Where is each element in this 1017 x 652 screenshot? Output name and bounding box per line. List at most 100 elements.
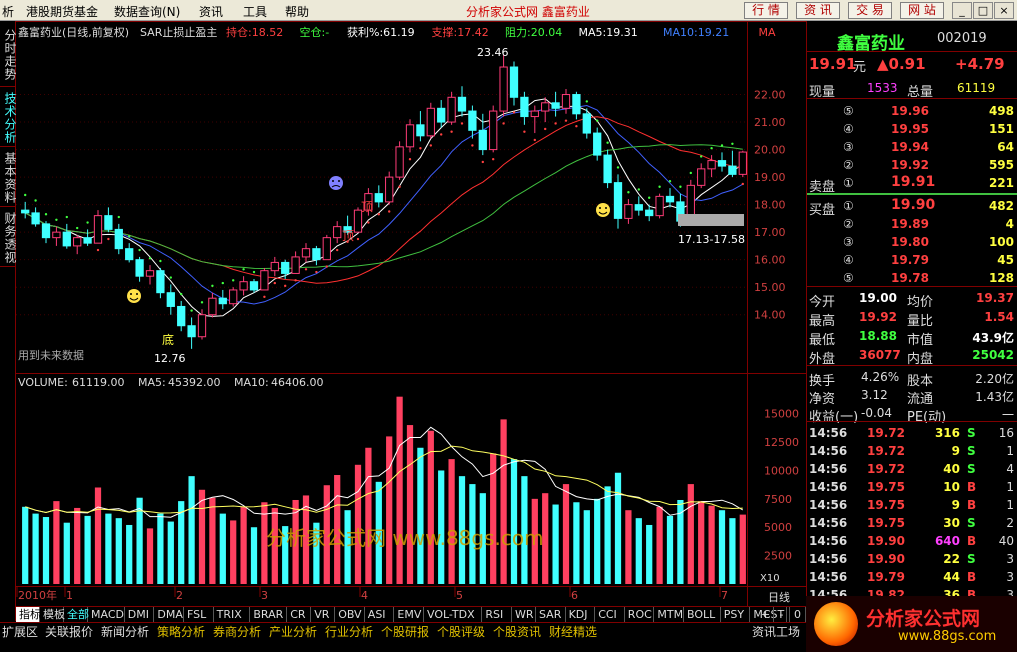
candle-body	[541, 102, 550, 112]
kline-chart[interactable]: 22.00 21.00 20.00 19.00 18.00 17.00 16.00 15.00…	[16, 21, 806, 606]
tick-time: 14:56	[809, 534, 848, 548]
indicator-tab-emv[interactable]: EMV	[394, 607, 424, 623]
indicator-tab-cci[interactable]: CCI	[595, 607, 625, 623]
info-factory-tab[interactable]: 资讯工场	[752, 625, 800, 640]
sar-dot	[367, 221, 370, 224]
status-tab-0[interactable]: 扩展区	[2, 625, 38, 640]
sar-dot	[304, 268, 308, 271]
indicator-tab-vol-tdx[interactable]: VOL-TDX	[424, 607, 483, 623]
candle-body	[374, 193, 383, 203]
trade-button[interactable]: 交 易	[848, 2, 892, 19]
menu-item-hk-futures[interactable]: 港股期货基金	[26, 3, 98, 20]
volume-bar	[42, 517, 50, 584]
sar-dot	[512, 111, 516, 114]
candle-body	[187, 325, 196, 338]
website-button[interactable]: 网 站	[900, 2, 944, 19]
status-tab-7[interactable]: 个股研报	[381, 625, 429, 640]
status-tab-9[interactable]: 个股资讯	[493, 625, 541, 640]
status-tab-1[interactable]: 关联报价	[45, 625, 93, 640]
indicator-tab-cr[interactable]: CR	[287, 607, 312, 623]
tick-time: 14:56	[809, 444, 848, 458]
indicator-tab-kdj[interactable]: KDJ	[566, 607, 596, 623]
indicator-tab-指标[interactable]: 指标	[16, 607, 41, 623]
param-3: 支撑:17.42	[432, 25, 489, 39]
left-tab-bar: 分时走势 技术分析 基本资料 财务透视	[0, 21, 17, 621]
indicator-tab-brar[interactable]: BRAR	[250, 607, 288, 623]
candle-body	[229, 289, 238, 305]
menu-item-analysis[interactable]: 析	[2, 3, 14, 20]
indicator-tab-dma[interactable]: DMA	[154, 607, 184, 623]
indicator-tab-asi[interactable]: ASI	[365, 607, 395, 623]
maximize-icon[interactable]: □	[973, 2, 993, 19]
indicator-tab-rsi[interactable]: RSI	[482, 607, 512, 623]
top-signal-label-2: 顶	[342, 229, 354, 243]
status-tab-5[interactable]: 产业分析	[269, 625, 317, 640]
zoom-control-0[interactable]: +	[758, 607, 774, 623]
indicator-tab-dmi[interactable]: DMI	[125, 607, 155, 623]
sar-dot	[128, 235, 131, 238]
indicator-tab-roc[interactable]: ROC	[625, 607, 655, 623]
indicator-tab-vr[interactable]: VR	[311, 607, 336, 623]
menu-bar: 析 港股期货基金 数据查询(N) 资讯 工具 帮助 分析家公式网 鑫富药业 行 …	[0, 0, 1017, 21]
indicator-tab-sar[interactable]: SAR	[536, 607, 566, 623]
indicator-tab-wr[interactable]: WR	[512, 607, 536, 623]
indicator-tab-psy[interactable]: PSY	[721, 607, 751, 623]
menu-item-help[interactable]: 帮助	[285, 3, 309, 20]
status-tab-8[interactable]: 个股评级	[437, 625, 485, 640]
zoom-control-1[interactable]: -	[774, 607, 790, 623]
indicator-tab-macd[interactable]: MACD	[88, 607, 125, 623]
candle-body	[31, 212, 40, 225]
tab-technical-analysis[interactable]: 技术分析	[0, 87, 17, 147]
candle-body	[561, 94, 571, 109]
sar-dot	[564, 119, 568, 122]
indicator-tab-obv[interactable]: OBV	[335, 607, 365, 623]
close-icon[interactable]: ×	[994, 2, 1014, 19]
tab-fundamentals[interactable]: 基本资料	[0, 147, 17, 207]
tick-time: 14:56	[809, 462, 848, 476]
indicator-tab-boll[interactable]: BOLL	[684, 607, 721, 623]
volume-axis-label: 5000	[764, 521, 792, 534]
status-tab-6[interactable]: 行业分析	[325, 625, 373, 640]
tab-intraday[interactable]: 分时走势	[0, 21, 17, 87]
tick-row: 14:56 19.72 9 S 1	[807, 442, 1017, 460]
indicator-tab-全部[interactable]: 全部	[64, 607, 89, 623]
quote-button[interactable]: 行 情	[744, 2, 788, 19]
candle-body	[520, 96, 529, 118]
news-button[interactable]: 资 讯	[796, 2, 840, 19]
minimize-icon[interactable]: _	[952, 2, 972, 19]
menu-item-data-query[interactable]: 数据查询(N)	[114, 3, 180, 20]
status-tab-3[interactable]: 策略分析	[157, 625, 205, 640]
indicator-tab-mtm[interactable]: MTM	[654, 607, 684, 623]
chart-title: 鑫富药业(日线,前复权)	[18, 25, 129, 39]
zoom-control-2[interactable]: 0	[790, 607, 806, 623]
volume-bar	[167, 521, 174, 584]
stat-value: 19.92	[859, 310, 897, 324]
volume-bar	[354, 464, 362, 584]
ask-level: ③	[843, 140, 854, 154]
menu-item-tools[interactable]: 工具	[243, 3, 267, 20]
sar-dot	[627, 191, 630, 194]
status-tab-4[interactable]: 券商分析	[213, 625, 261, 640]
ask-volume: 498	[988, 104, 1014, 118]
status-tab-2[interactable]: 新闻分析	[101, 625, 149, 640]
tick-price: 19.75	[867, 480, 905, 494]
sar-dot	[96, 248, 100, 252]
indicator-tab-trix[interactable]: TRIX	[214, 607, 251, 623]
indicator-tab-模板[interactable]: 模板	[40, 607, 65, 623]
sar-dot	[450, 130, 453, 133]
sar-dot	[658, 185, 661, 188]
sar-dot	[294, 279, 297, 282]
candle-body	[707, 160, 716, 170]
tab-financials[interactable]: 财务透视	[0, 207, 17, 267]
volume-bar	[198, 489, 206, 584]
status-tab-10[interactable]: 财经精选	[549, 625, 597, 640]
period-label[interactable]: 日线	[768, 590, 790, 604]
menu-item-news[interactable]: 资讯	[199, 3, 223, 20]
candle-body	[114, 228, 123, 250]
indicator-tab-fsl[interactable]: FSL	[184, 607, 214, 623]
sar-dot	[148, 257, 152, 260]
time-axis-label: 1	[66, 589, 73, 602]
tick-price: 19.72	[867, 444, 905, 458]
candle-body	[645, 209, 654, 217]
param-4: 阻力:20.04	[505, 26, 562, 39]
